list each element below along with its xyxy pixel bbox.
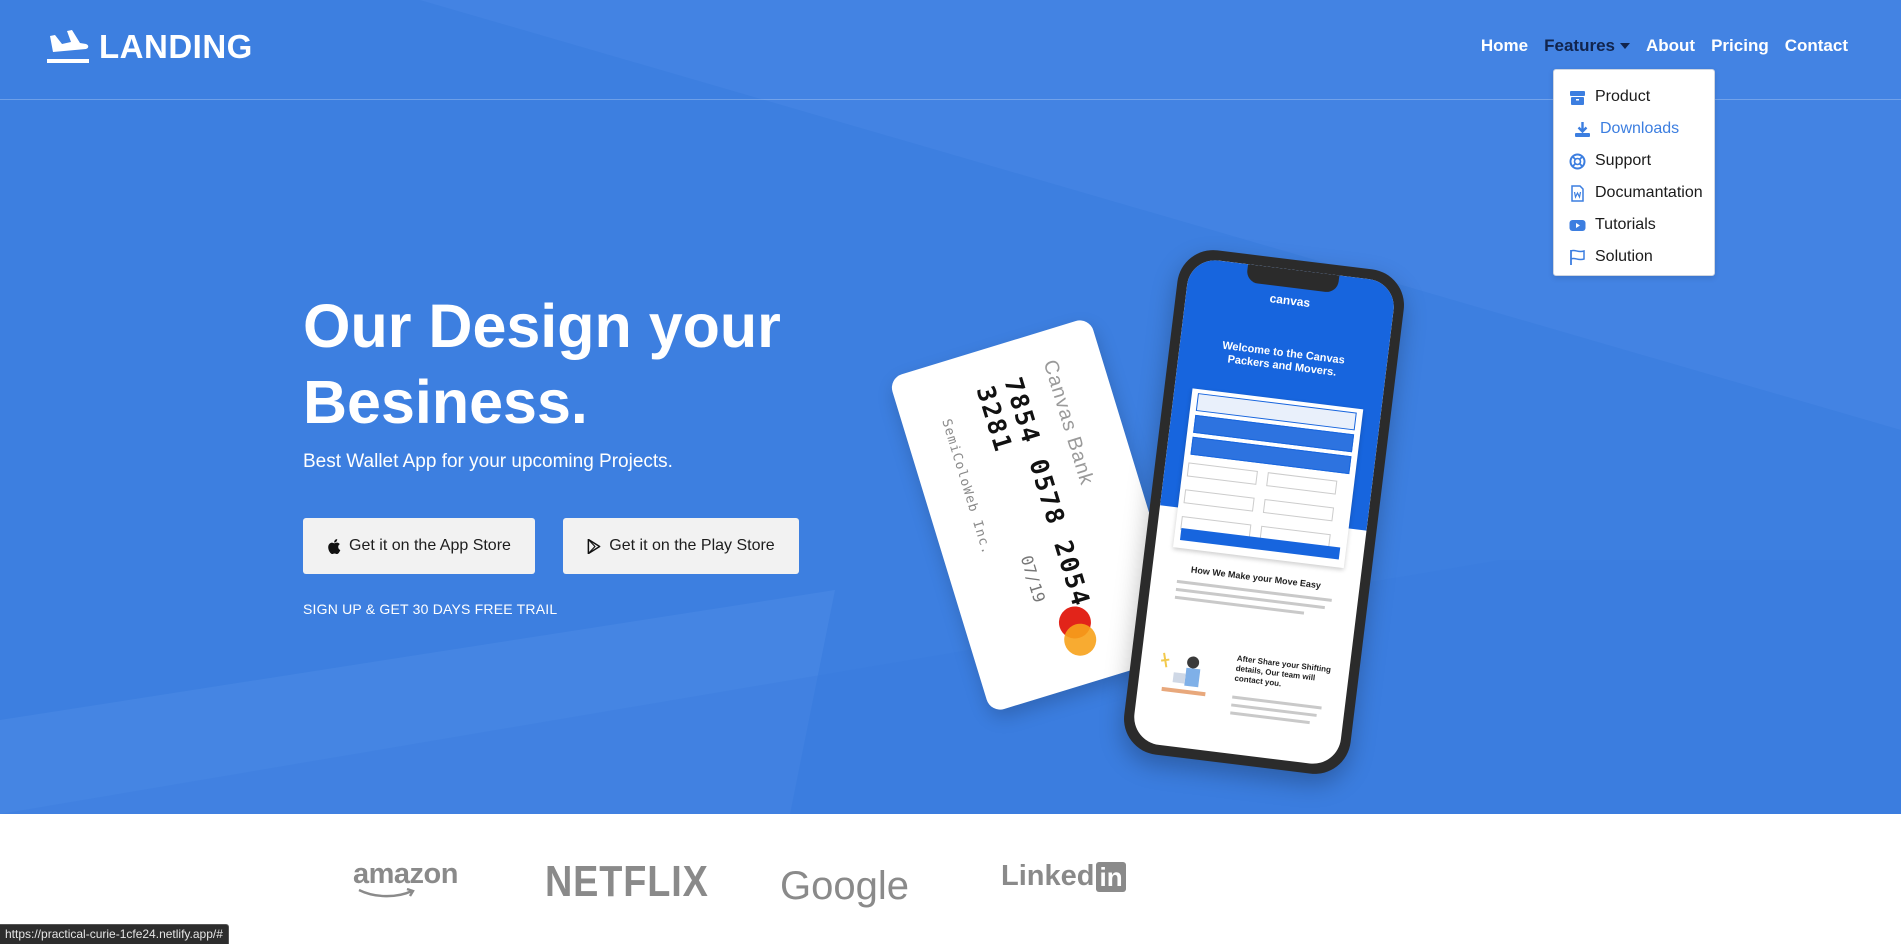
app-store-label: Get it on the App Store — [349, 537, 511, 554]
menu-item-solution[interactable]: Solution — [1554, 241, 1714, 273]
play-store-button[interactable]: Get it on the Play Store — [563, 518, 799, 574]
phone-form-field — [1266, 472, 1338, 495]
document-icon — [1571, 184, 1584, 202]
menu-item-tutorials[interactable]: Tutorials — [1554, 209, 1714, 241]
phone-form-field — [1262, 498, 1335, 522]
menu-item-downloads[interactable]: Downloads — [1554, 113, 1714, 145]
caret-down-icon — [1620, 43, 1630, 49]
menu-item-label: Solution — [1595, 248, 1653, 265]
linkedin-in-box: in — [1096, 861, 1126, 892]
menu-item-label: Downloads — [1600, 120, 1680, 137]
nav-features-label: Features — [1544, 36, 1615, 55]
menu-item-label: Support — [1595, 152, 1652, 169]
partner-logos: amazon NETFLIX Google Linked in — [0, 814, 1901, 944]
hero-title: Our Design your Besiness. — [303, 292, 781, 436]
phone-form-field — [1186, 462, 1258, 485]
download-icon — [1575, 121, 1590, 137]
amazon-logo: amazon — [353, 858, 458, 898]
brand-logo[interactable]: LANDING — [47, 28, 253, 66]
main-nav: Home Features About Pricing Contact — [1481, 36, 1848, 56]
youtube-icon — [1569, 219, 1586, 231]
flag-icon — [1570, 249, 1585, 265]
amazon-smile-icon — [358, 888, 415, 898]
hero-subtitle: Best Wallet App for your upcoming Projec… — [303, 451, 673, 472]
apple-icon — [328, 538, 341, 554]
amazon-logo-text: amazon — [353, 858, 458, 890]
nav-home[interactable]: Home — [1481, 36, 1528, 56]
features-dropdown-menu: Product Downloads Support Documantation … — [1553, 69, 1715, 276]
phone-form-field — [1183, 489, 1255, 512]
brand-name: LANDING — [99, 28, 253, 65]
nav-features[interactable]: Features — [1544, 36, 1630, 56]
nav-about[interactable]: About — [1646, 36, 1695, 56]
phone-step-title: After Share your Shifting details, Our t… — [1233, 653, 1332, 689]
google-play-icon — [587, 538, 601, 554]
menu-item-product[interactable]: Product — [1554, 81, 1714, 113]
lifebuoy-icon — [1569, 153, 1586, 169]
nav-pricing[interactable]: Pricing — [1711, 36, 1769, 56]
airplane-landing-icon — [47, 30, 89, 63]
box-icon — [1570, 90, 1585, 105]
status-bar-url: https://practical-curie-1cfe24.netlify.a… — [0, 924, 229, 944]
person-illustration-icon — [1161, 652, 1206, 697]
menu-item-label: Tutorials — [1595, 216, 1656, 233]
linkedin-logo-text: Linked — [1001, 860, 1095, 892]
free-trial-text: SIGN UP & GET 30 DAYS FREE TRAIL — [303, 601, 558, 617]
netflix-logo: NETFLIX — [545, 857, 709, 906]
nav-contact[interactable]: Contact — [1785, 36, 1848, 56]
google-logo: Google — [780, 864, 909, 908]
play-store-label: Get it on the Play Store — [609, 537, 775, 554]
menu-item-documentation[interactable]: Documantation — [1554, 177, 1714, 209]
app-store-button[interactable]: Get it on the App Store — [303, 518, 535, 574]
menu-item-label: Product — [1595, 88, 1651, 105]
menu-item-support[interactable]: Support — [1554, 145, 1714, 177]
menu-item-label: Documantation — [1595, 184, 1703, 201]
phone-form — [1173, 388, 1364, 569]
linkedin-logo: Linked in — [1001, 860, 1126, 893]
